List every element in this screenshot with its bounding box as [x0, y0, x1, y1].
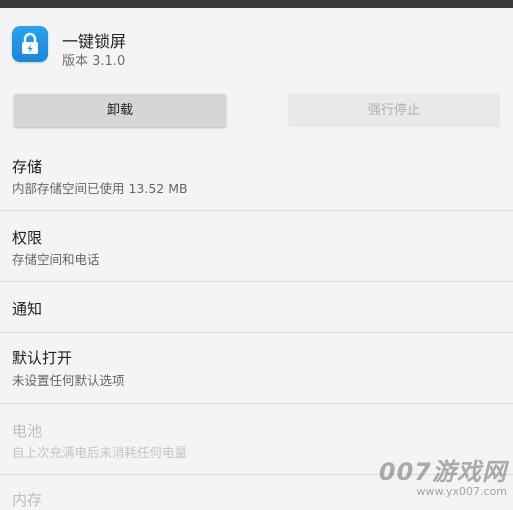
- section-subtitle: 未设置任何默认选项: [12, 373, 125, 388]
- section-title: 电池: [12, 422, 43, 440]
- section-title: 通知: [12, 300, 43, 318]
- section-battery: 电池 自上次充满电后未消耗任何电量: [0, 404, 513, 474]
- section-title: 权限: [12, 229, 43, 247]
- section-title: 存储: [12, 158, 43, 176]
- app-name: 一键锁屏: [62, 32, 127, 51]
- lock-app-icon: [12, 26, 48, 62]
- section-open-by-default[interactable]: 默认打开 未设置任何默认选项: [0, 333, 513, 403]
- app-version: 版本 3.1.0: [62, 54, 126, 69]
- section-storage[interactable]: 存储 内部存储空间已使用 13.52 MB: [0, 140, 513, 210]
- status-bar: [0, 0, 513, 8]
- force-stop-button[interactable]: 强行停止: [288, 94, 500, 127]
- uninstall-button[interactable]: 卸载: [14, 94, 226, 127]
- app-header: 一键锁屏 版本 3.1.0: [0, 8, 513, 80]
- section-notifications[interactable]: 通知: [0, 282, 513, 332]
- section-subtitle: 内部存储空间已使用 13.52 MB: [12, 181, 188, 196]
- section-subtitle: 自上次充满电后未消耗任何电量: [12, 445, 188, 460]
- section-title: 默认打开: [12, 349, 73, 367]
- section-permissions[interactable]: 权限 存储空间和电话: [0, 211, 513, 281]
- section-subtitle: 存储空间和电话: [12, 252, 100, 267]
- section-memory: 内存: [0, 475, 513, 509]
